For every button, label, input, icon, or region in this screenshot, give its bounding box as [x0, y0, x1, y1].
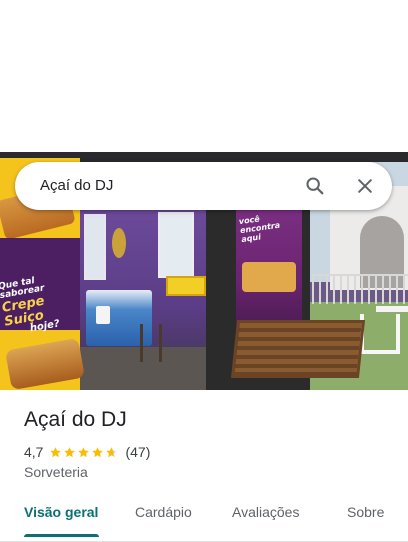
photo-poster: você encontra aqui [236, 210, 302, 330]
active-tab-indicator [24, 534, 99, 537]
rating-value: 4,7 [24, 444, 44, 460]
photo-fence [312, 274, 408, 304]
photo-chair [360, 314, 400, 354]
photo-window [84, 214, 106, 280]
star-icon [64, 446, 76, 457]
place-screen: Que tal saborear Crepe Suiço hoje? você … [0, 0, 408, 542]
rating-stars [49, 446, 119, 459]
search-button[interactable] [299, 170, 331, 202]
place-tabs: Visão geral Cardápio Avaliações Sobre [0, 496, 408, 542]
star-icon [78, 446, 90, 457]
tab-about[interactable]: Sobre [347, 496, 384, 540]
photo-bench [230, 320, 366, 378]
photo-table [376, 306, 408, 312]
photo-stool [140, 324, 162, 362]
tab-reviews[interactable]: Avaliações [232, 496, 299, 540]
photo-crepe [5, 337, 85, 390]
tab-menu[interactable]: Cardápio [135, 496, 192, 540]
photo-ornament [112, 228, 126, 258]
star-icon [92, 446, 104, 457]
search-query[interactable]: Açaí do DJ [40, 162, 113, 210]
star-icon [50, 446, 62, 457]
review-count[interactable]: (47) [125, 444, 150, 460]
photo-window [158, 212, 194, 278]
poster-food [242, 262, 296, 292]
place-name: Açaí do DJ [24, 408, 127, 431]
clear-search-button[interactable] [349, 170, 381, 202]
photo-sign [166, 276, 206, 296]
place-category[interactable]: Sorveteria [24, 464, 88, 480]
rating-row[interactable]: 4,7 (47) [24, 443, 150, 461]
star-icon [106, 446, 118, 457]
close-icon [358, 179, 372, 193]
search-icon [306, 177, 324, 195]
search-bar[interactable]: Açaí do DJ [15, 162, 392, 210]
photo-freezer-label [96, 306, 110, 324]
poster-text: você encontra aqui [238, 210, 301, 244]
